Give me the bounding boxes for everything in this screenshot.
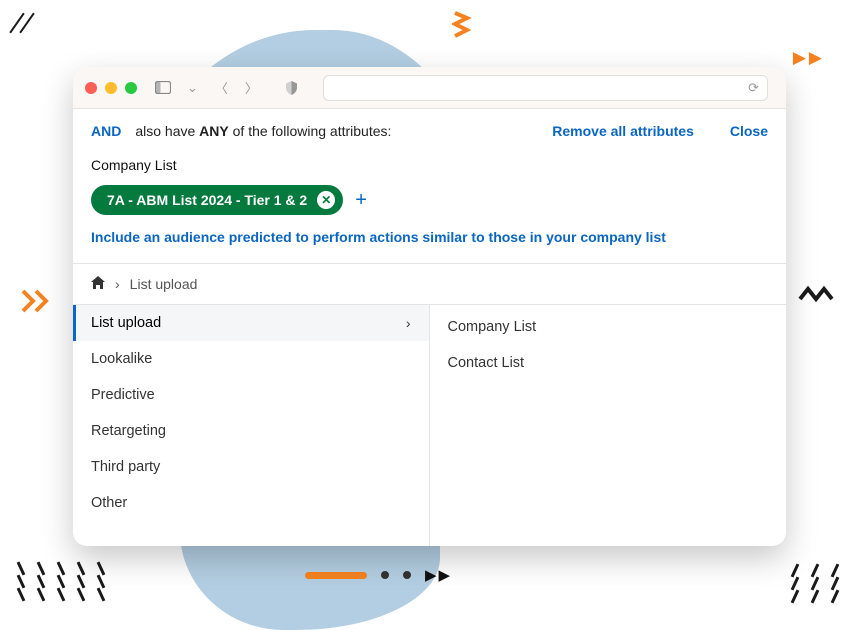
category-retargeting[interactable]: Retargeting	[73, 413, 429, 449]
app-content: AND also have ANY of the following attri…	[73, 109, 786, 546]
privacy-shield-icon[interactable]	[281, 77, 303, 99]
subcategory-contact-list[interactable]: Contact List	[430, 345, 787, 381]
category-third-party[interactable]: Third party	[73, 449, 429, 485]
remove-all-attributes-button[interactable]: Remove all attributes	[552, 123, 694, 139]
address-bar[interactable]: ⟳	[323, 75, 768, 101]
category-predictive[interactable]: Predictive	[73, 377, 429, 413]
maximize-window-button[interactable]	[125, 82, 137, 94]
sidebar-toggle-icon[interactable]	[152, 77, 174, 99]
company-list-chip-row: 7A - ABM List 2024 - Tier 1 & 2 ✕ +	[73, 179, 786, 225]
back-button[interactable]: 〈	[211, 78, 232, 97]
category-chooser: List upload › Lookalike Predictive Retar…	[73, 304, 786, 546]
breadcrumb: › List upload	[73, 263, 786, 304]
toolbar-dropdown-icon[interactable]: ⌄	[183, 80, 202, 96]
breadcrumb-current: List upload	[130, 276, 198, 292]
and-operator-label: AND	[91, 123, 121, 139]
browser-window: ⌄ 〈 〉 ⟳ AND also have ANY of the followi…	[73, 67, 786, 546]
category-list-upload[interactable]: List upload ›	[73, 305, 429, 341]
filter-description: also have ANY of the following attribute…	[135, 123, 538, 139]
breadcrumb-separator: ›	[115, 276, 120, 292]
decoration-dashes-bottom-left	[14, 567, 108, 596]
subcategory-list: Company List Contact List	[430, 305, 787, 546]
company-list-chip[interactable]: 7A - ABM List 2024 - Tier 1 & 2 ✕	[91, 185, 343, 215]
forward-button[interactable]: 〉	[241, 78, 262, 97]
decoration-zigzag-right	[798, 285, 838, 310]
refresh-icon[interactable]: ⟳	[748, 80, 759, 96]
subcategory-company-list[interactable]: Company List	[430, 309, 787, 345]
decoration-dashes-bottom-right	[788, 569, 842, 598]
include-lookalike-link[interactable]: Include an audience predicted to perform…	[73, 225, 786, 263]
company-list-label: Company List	[73, 149, 786, 179]
chip-label: 7A - ABM List 2024 - Tier 1 & 2	[107, 192, 307, 208]
traffic-lights	[85, 82, 137, 94]
add-company-list-button[interactable]: +	[355, 189, 367, 212]
filter-header-row: AND also have ANY of the following attri…	[73, 109, 786, 149]
category-list: List upload › Lookalike Predictive Retar…	[73, 305, 430, 546]
chip-remove-icon[interactable]: ✕	[317, 191, 335, 209]
decoration-play-top-right: ▶▶	[793, 48, 825, 68]
browser-titlebar: ⌄ 〈 〉 ⟳	[73, 67, 786, 109]
close-button[interactable]: Close	[730, 123, 768, 139]
category-other[interactable]: Other	[73, 485, 429, 521]
chevron-right-icon: ›	[406, 315, 411, 331]
decoration-zigzag-left	[20, 288, 54, 319]
minimize-window-button[interactable]	[105, 82, 117, 94]
decoration-zigzag-top	[452, 10, 476, 45]
category-lookalike[interactable]: Lookalike	[73, 341, 429, 377]
close-window-button[interactable]	[85, 82, 97, 94]
home-icon[interactable]	[91, 276, 105, 292]
decoration-slider-bottom: ▶▶	[305, 566, 452, 584]
